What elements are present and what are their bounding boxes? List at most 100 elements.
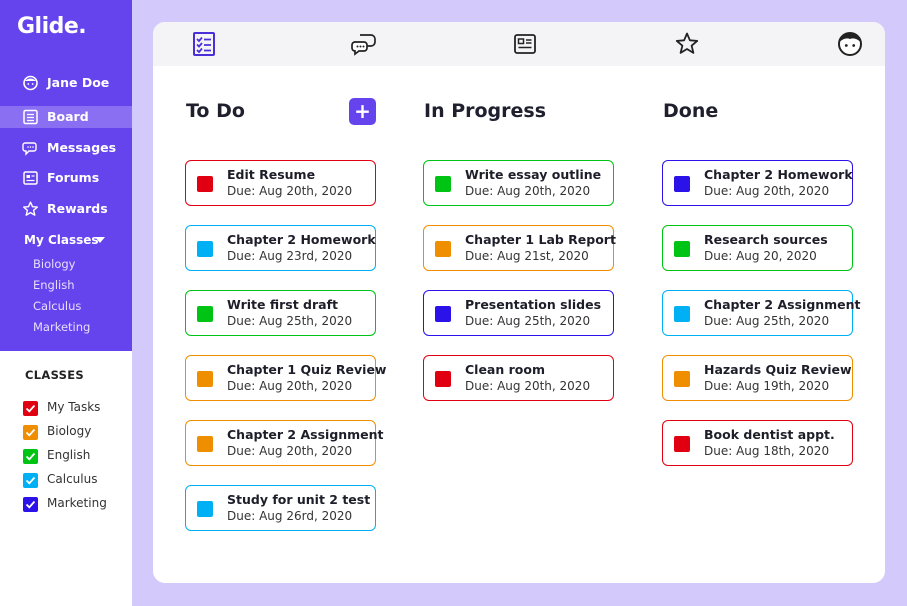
class-filter-label: English — [47, 448, 91, 462]
top-toolbar — [153, 22, 885, 66]
task-title: Clean room — [465, 362, 545, 377]
task-card[interactable]: Clean room Due: Aug 20th, 2020 — [423, 355, 614, 401]
avatar-icon — [23, 75, 38, 91]
task-title: Hazards Quiz Review — [704, 362, 852, 377]
task-title: Chapter 1 Lab Report — [465, 232, 616, 247]
class-color-swatch — [674, 176, 690, 192]
task-card[interactable]: Study for unit 2 test Due: Aug 26rd, 202… — [185, 485, 376, 531]
task-title: Chapter 2 Homework — [227, 232, 376, 247]
task-card[interactable]: Chapter 1 Quiz Review Due: Aug 20th, 202… — [185, 355, 386, 401]
task-title: Study for unit 2 test — [227, 492, 371, 507]
check-icon — [25, 476, 36, 485]
task-due-date: Due: Aug 25th, 2020 — [704, 314, 830, 328]
messages-icon[interactable] — [351, 31, 377, 57]
task-title: Chapter 2 Homework — [704, 167, 853, 182]
sidebar-item-messages[interactable]: Messages — [0, 137, 132, 159]
task-card[interactable]: Chapter 2 Assignment Due: Aug 25th, 2020 — [662, 290, 861, 336]
task-due-date: Due: Aug 20th, 2020 — [227, 379, 353, 393]
class-color-swatch — [435, 306, 451, 322]
class-filter-biology[interactable]: Biology — [23, 424, 91, 440]
sidebar-item-rewards[interactable]: Rewards — [0, 198, 132, 220]
forums-icon[interactable] — [512, 31, 538, 57]
class-filter-label: My Tasks — [47, 400, 101, 414]
messages-icon — [22, 142, 37, 156]
class-color-swatch — [197, 306, 213, 322]
avatar-icon[interactable] — [837, 31, 863, 57]
task-card[interactable]: Presentation slides Due: Aug 25th, 2020 — [423, 290, 614, 336]
task-card[interactable]: Chapter 2 Assignment Due: Aug 20th, 2020 — [185, 420, 384, 466]
task-card[interactable]: Write first draft Due: Aug 25th, 2020 — [185, 290, 376, 336]
task-due-date: Due: Aug 18th, 2020 — [704, 444, 830, 458]
checkbox[interactable] — [23, 472, 38, 488]
task-title: Write first draft — [227, 297, 338, 312]
task-title: Research sources — [704, 232, 828, 247]
task-card[interactable]: Research sources Due: Aug 20, 2020 — [662, 225, 853, 271]
sidebar-item-label: Messages — [47, 140, 117, 155]
task-due-date: Due: Aug 20th, 2020 — [465, 184, 591, 198]
class-filter-my-tasks[interactable]: My Tasks — [23, 400, 100, 416]
class-color-swatch — [435, 241, 451, 257]
column-title-todo: To Do — [186, 100, 245, 122]
sidebar-class-calculus[interactable]: Calculus — [33, 299, 81, 313]
class-color-swatch — [674, 436, 690, 452]
checkbox[interactable] — [23, 496, 38, 512]
sidebar-item-label: Rewards — [47, 201, 108, 216]
star-icon[interactable] — [674, 31, 700, 57]
user-profile[interactable]: Jane Doe — [0, 72, 132, 94]
task-due-date: Due: Aug 19th, 2020 — [704, 379, 830, 393]
task-due-date: Due: Aug 25th, 2020 — [227, 314, 353, 328]
app-logo: Glide. — [17, 14, 87, 39]
sidebar-item-forums[interactable]: Forums — [0, 167, 132, 189]
task-due-date: Due: Aug 25th, 2020 — [465, 314, 591, 328]
check-icon — [25, 500, 36, 509]
sidebar-class-english[interactable]: English — [33, 278, 75, 292]
column-title-in-progress: In Progress — [424, 100, 547, 122]
chevron-down-icon[interactable] — [95, 237, 105, 243]
tasks-icon[interactable] — [191, 31, 217, 57]
sidebar-class-biology[interactable]: Biology — [33, 257, 75, 271]
my-classes-toggle[interactable]: My Classes — [24, 233, 99, 247]
class-color-swatch — [197, 501, 213, 517]
user-name: Jane Doe — [47, 75, 110, 90]
task-card[interactable]: Write essay outline Due: Aug 20th, 2020 — [423, 160, 614, 206]
task-card[interactable]: Chapter 1 Lab Report Due: Aug 21st, 2020 — [423, 225, 616, 271]
task-card[interactable]: Chapter 2 Homework Due: Aug 23rd, 2020 — [185, 225, 376, 271]
check-icon — [25, 404, 36, 413]
class-filter-label: Calculus — [47, 472, 98, 486]
task-card[interactable]: Hazards Quiz Review Due: Aug 19th, 2020 — [662, 355, 853, 401]
task-due-date: Due: Aug 20th, 2020 — [227, 184, 353, 198]
star-icon — [23, 201, 38, 216]
board-icon — [23, 109, 38, 125]
task-title: Edit Resume — [227, 167, 316, 182]
checkbox[interactable] — [23, 448, 38, 464]
class-color-swatch — [674, 241, 690, 257]
task-title: Chapter 1 Quiz Review — [227, 362, 387, 377]
task-title: Book dentist appt. — [704, 427, 835, 442]
task-due-date: Due: Aug 20th, 2020 — [227, 444, 353, 458]
class-color-swatch — [435, 176, 451, 192]
task-due-date: Due: Aug 26rd, 2020 — [227, 509, 353, 523]
sidebar-class-marketing[interactable]: Marketing — [33, 320, 90, 334]
add-task-button[interactable]: + — [349, 98, 376, 125]
class-filter-marketing[interactable]: Marketing — [23, 496, 107, 512]
checkbox[interactable] — [23, 424, 38, 440]
check-icon — [25, 452, 36, 461]
class-color-swatch — [435, 371, 451, 387]
checkbox[interactable] — [23, 400, 38, 416]
sidebar-nav-panel: Glide. Jane Doe Board Messages Forums Re… — [0, 0, 132, 351]
class-filter-label: Marketing — [47, 496, 107, 510]
task-due-date: Due: Aug 20th, 2020 — [465, 379, 591, 393]
class-filter-calculus[interactable]: Calculus — [23, 472, 97, 488]
task-title: Chapter 2 Assignment — [227, 427, 384, 442]
class-filter-english[interactable]: English — [23, 448, 90, 464]
task-card[interactable]: Chapter 2 Homework Due: Aug 20th, 2020 — [662, 160, 853, 206]
board-panel: To Do + In Progress Done Edit Resume Due… — [153, 22, 885, 583]
task-due-date: Due: Aug 20th, 2020 — [704, 184, 830, 198]
task-due-date: Due: Aug 20, 2020 — [704, 249, 817, 263]
task-title: Chapter 2 Assignment — [704, 297, 861, 312]
sidebar-item-board[interactable]: Board — [0, 106, 132, 128]
sidebar: Glide. Jane Doe Board Messages Forums Re… — [0, 0, 132, 606]
task-card[interactable]: Edit Resume Due: Aug 20th, 2020 — [185, 160, 376, 206]
task-card[interactable]: Book dentist appt. Due: Aug 18th, 2020 — [662, 420, 853, 466]
sidebar-item-label: Board — [47, 109, 89, 124]
